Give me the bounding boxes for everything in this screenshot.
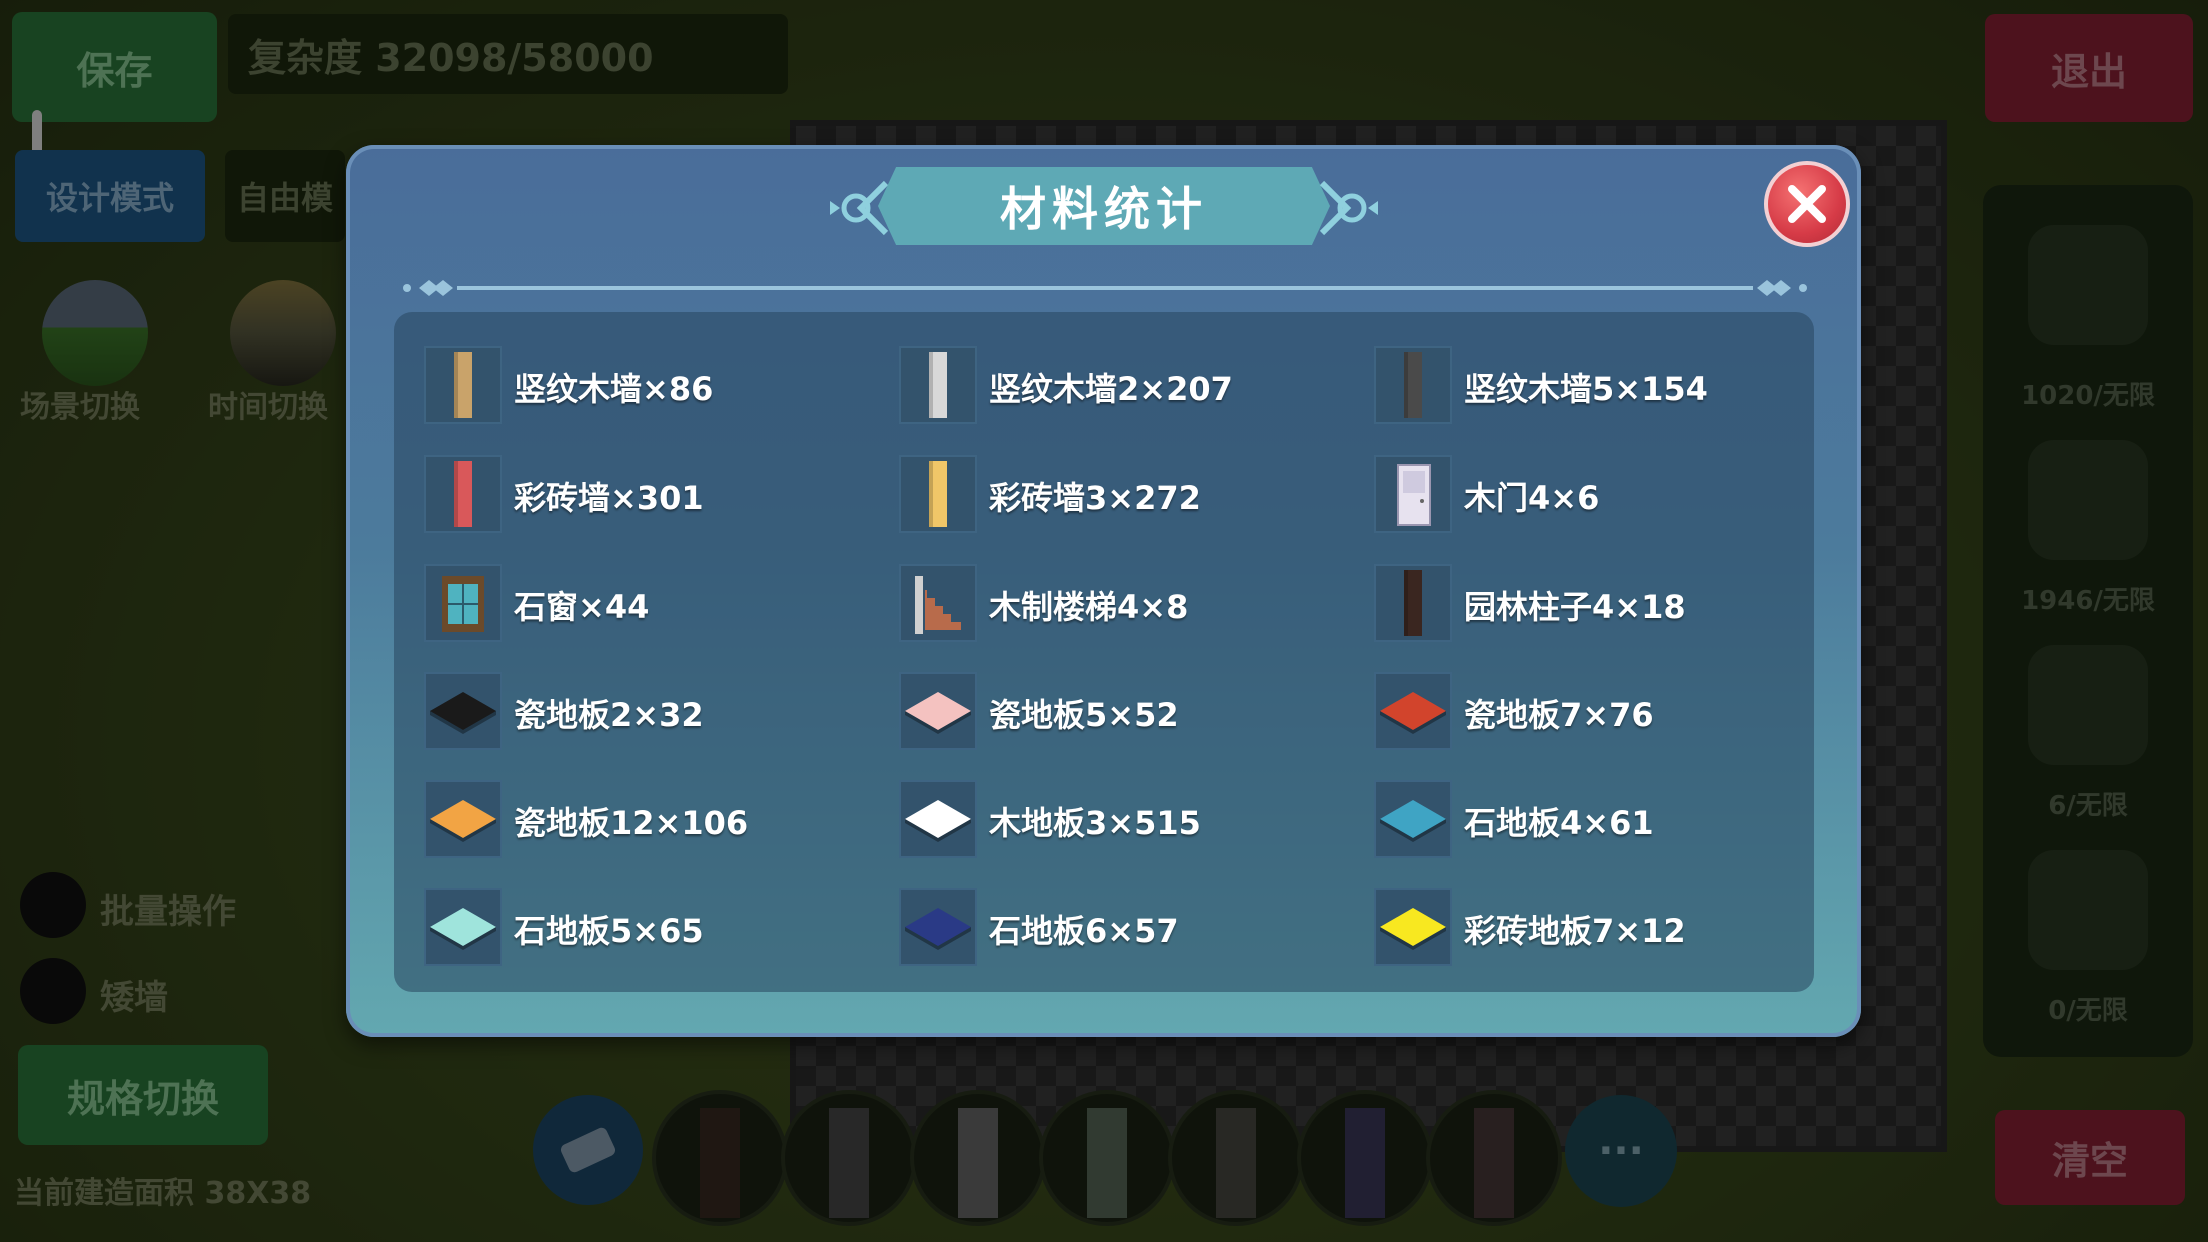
material-item: 彩砖地板7×12 [1374,888,1814,970]
material-item: 彩砖墙3×272 [899,455,1339,537]
material-label: 瓷地板12×106 [514,804,749,842]
color-brick-floor-icon [1374,888,1452,966]
material-item: 彩砖墙×301 [424,455,864,537]
title-banner: 材料统计 [878,167,1330,245]
material-item: 木门4×6 [1374,455,1814,537]
material-item: 瓷地板5×52 [899,672,1339,754]
material-label: 彩砖地板7×12 [1464,912,1686,950]
material-item: 瓷地板2×32 [424,672,864,754]
material-label: 石地板4×61 [1464,804,1654,842]
tile-floor-5-icon [899,672,977,750]
title-ornament-right-icon [1319,180,1378,236]
material-label: 彩砖墙3×272 [989,479,1201,517]
title-divider [403,280,1807,296]
tile-floor-7-icon [1374,672,1452,750]
garden-pillar-icon [1374,564,1452,642]
tile-floor-12-icon [424,780,502,858]
material-item: 瓷地板12×106 [424,780,864,862]
material-label: 木门4×6 [1464,479,1600,517]
material-label: 竖纹木墙2×207 [989,370,1233,408]
material-label: 瓷地板5×52 [989,696,1179,734]
material-label: 木制楼梯4×8 [989,588,1189,626]
material-item: 园林柱子4×18 [1374,564,1814,646]
color-brick-wall-icon [424,455,502,533]
material-list: 竖纹木墙×86 竖纹木墙2×207 竖纹木墙5×154 彩砖墙×301 彩砖墙3×272… [394,312,1814,992]
material-item: 石地板5×65 [424,888,864,970]
material-item: 瓷地板7×76 [1374,672,1814,754]
wood-wall-icon [424,346,502,424]
material-item: 石地板6×57 [899,888,1339,970]
material-label: 彩砖墙×301 [514,479,704,517]
material-label: 园林柱子4×18 [1464,588,1686,626]
material-item: 石窗×44 [424,564,864,646]
stone-floor-6-icon [899,888,977,966]
material-item: 竖纹木墙5×154 [1374,346,1814,428]
tile-floor-2-icon [424,672,502,750]
material-label: 石地板6×57 [989,912,1179,950]
wood-stairs-icon [899,564,977,642]
dialog-title: 材料统计 [1000,182,1208,236]
stone-window-icon [424,564,502,642]
wood-door-icon [1374,455,1452,533]
close-icon [1788,185,1826,223]
close-button[interactable] [1764,161,1850,247]
stone-floor-5-icon [424,888,502,966]
material-item: 竖纹木墙×86 [424,346,864,428]
material-label: 瓷地板7×76 [1464,696,1654,734]
material-item: 木制楼梯4×8 [899,564,1339,646]
material-item: 木地板3×515 [899,780,1339,862]
material-label: 竖纹木墙×86 [514,370,714,408]
material-item: 竖纹木墙2×207 [899,346,1339,428]
stone-floor-4-icon [1374,780,1452,858]
wood-wall-2-icon [899,346,977,424]
material-label: 石地板5×65 [514,912,704,950]
wood-floor-3-icon [899,780,977,858]
wood-wall-5-icon [1374,346,1452,424]
material-label: 木地板3×515 [989,804,1201,842]
color-brick-wall-3-icon [899,455,977,533]
material-item: 石地板4×61 [1374,780,1814,862]
material-label: 竖纹木墙5×154 [1464,370,1708,408]
material-label: 瓷地板2×32 [514,696,704,734]
material-label: 石窗×44 [514,588,650,626]
material-stats-dialog: 材料统计 竖纹木墙×86 竖纹木墙2×207 竖纹木墙5×154 彩砖墙×301 彩砖墙… [346,145,1861,1037]
